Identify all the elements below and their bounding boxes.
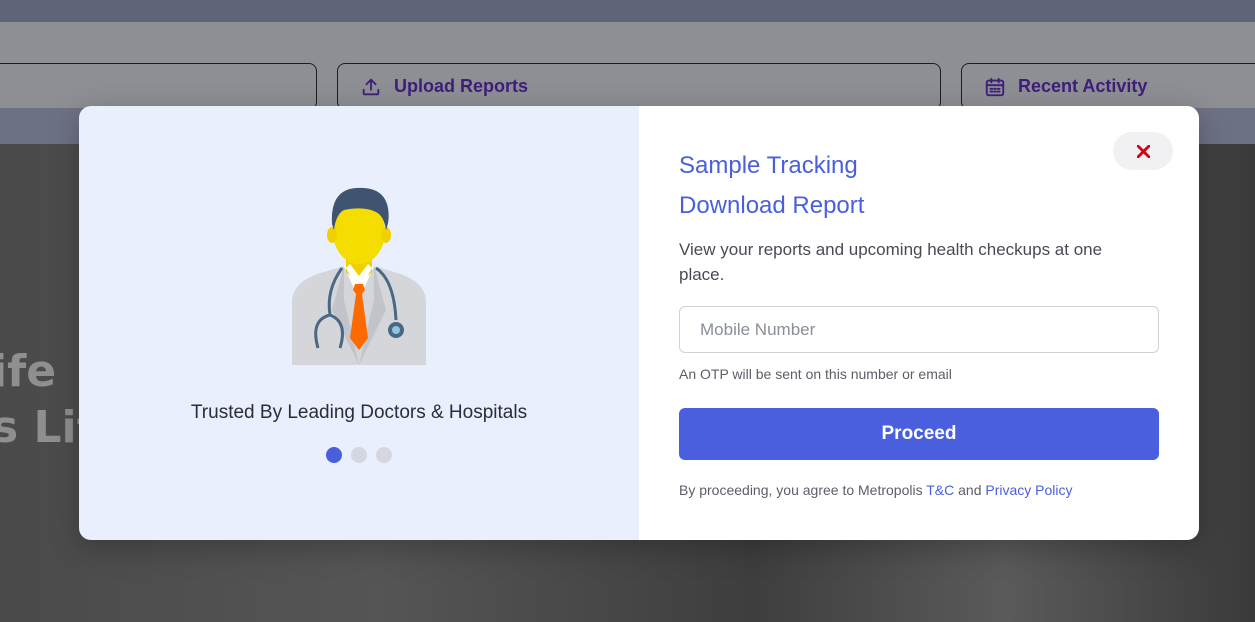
mobile-number-input[interactable]: [679, 306, 1159, 353]
trusted-tagline: Trusted By Leading Doctors & Hospitals: [190, 402, 528, 423]
proceed-button[interactable]: Proceed: [679, 408, 1159, 460]
modal-title-line1: Sample Tracking: [679, 152, 858, 179]
upload-reports-button[interactable]: Upload Reports: [337, 63, 941, 110]
modal-right-panel: Sample Tracking Download Report View you…: [639, 106, 1199, 540]
consent-text: By proceeding, you agree to Metropolis T…: [679, 482, 1073, 498]
modal-title-line2: Download Report: [679, 192, 865, 219]
carousel-dot[interactable]: [326, 447, 342, 463]
doctor-illustration: [292, 187, 426, 365]
carousel-dot[interactable]: [351, 447, 367, 463]
upload-icon: [362, 78, 380, 95]
hero-text-line1: ife: [0, 346, 57, 397]
calendar-icon: [985, 77, 1005, 96]
modal-subtitle: View your reports and upcoming health ch…: [679, 240, 1103, 284]
background-nav-bar: Upload Reports Recent Activity: [0, 22, 1255, 110]
upload-reports-label: Upload Reports: [394, 76, 529, 96]
privacy-policy-link[interactable]: Privacy Policy: [985, 482, 1072, 498]
close-icon: [1136, 144, 1150, 158]
nav-button-hidden[interactable]: [0, 63, 317, 110]
consent-prefix: By proceeding, you agree to Metropolis: [679, 482, 923, 498]
carousel-dots: [79, 447, 639, 463]
terms-link[interactable]: T&C: [926, 482, 954, 498]
recent-activity-button[interactable]: Recent Activity: [961, 63, 1255, 110]
close-button[interactable]: [1113, 132, 1173, 170]
background-top-strip: [0, 0, 1255, 22]
consent-and: and: [958, 482, 982, 498]
modal-left-panel: Trusted By Leading Doctors & Hospitals: [79, 106, 639, 540]
carousel-dot[interactable]: [376, 447, 392, 463]
login-modal: Trusted By Leading Doctors & Hospitals S…: [79, 106, 1199, 540]
otp-note: An OTP will be sent on this number or em…: [679, 366, 952, 382]
recent-activity-label: Recent Activity: [1018, 76, 1148, 96]
